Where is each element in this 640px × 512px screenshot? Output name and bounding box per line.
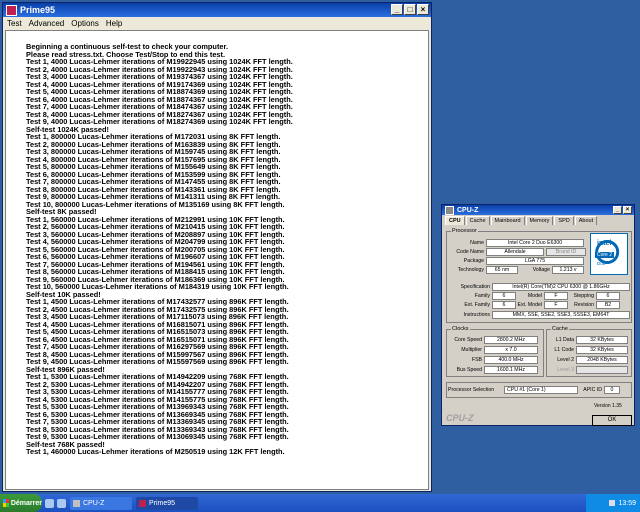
technology-label: Technology <box>457 266 484 273</box>
brandid-value: Brand ID <box>546 247 586 256</box>
cpuz-titlebar[interactable]: CPU-Z _ × <box>442 205 634 215</box>
extfamily-value: 6 <box>492 300 516 309</box>
menu-options[interactable]: Options <box>71 19 99 28</box>
cpuz-window[interactable]: CPU-Z _ × CPU Cache Mainboard Memory SPD… <box>441 204 635 426</box>
tab-spd[interactable]: SPD <box>554 216 574 225</box>
prime95-window[interactable]: Prime95 _ □ × Test Advanced Options Help… <box>2 2 432 492</box>
quicklaunch-desktop-icon[interactable] <box>57 498 66 508</box>
extfamily-label: Ext. Family <box>464 301 490 308</box>
level3-label: Level 3 <box>557 366 574 373</box>
prime95-log[interactable]: Beginning a continuous self-test to chec… <box>5 30 429 490</box>
prime95-app-icon <box>6 4 17 16</box>
level3-value <box>576 365 628 374</box>
cpuz-logo: CPU-Z <box>446 413 474 423</box>
instructions-value: MMX, SSE, SSE2, SSE3, SSSE3, EM64T <box>492 310 630 319</box>
busspeed-value: 1600.1 MHz <box>484 365 538 374</box>
stepping-label: Stepping <box>573 292 594 299</box>
cpuz-minimize-icon[interactable]: _ <box>613 206 622 214</box>
level2-label: Level 2 <box>557 356 574 363</box>
cpuz-task-icon <box>73 499 80 507</box>
cpuz-close-icon[interactable]: × <box>623 206 632 214</box>
cpuz-tabs: CPU Cache Mainboard Memory SPD About <box>445 216 598 225</box>
extmodel-value: F <box>544 300 568 309</box>
instructions-label: Instructions <box>463 311 490 318</box>
menu-test[interactable]: Test <box>7 19 22 28</box>
cache-group-label: Cache <box>551 326 569 332</box>
spec-label: Specification <box>460 283 490 290</box>
prime95-task-icon <box>139 499 146 507</box>
maximize-icon[interactable]: □ <box>404 4 416 15</box>
spec-value: Intel(R) Core(TM)2 CPU 6300 @ 1.86GHz <box>492 282 630 291</box>
model-value: F <box>544 291 568 300</box>
quicklaunch-ie-icon[interactable] <box>45 498 54 508</box>
tray-icon[interactable] <box>609 500 616 506</box>
tab-about[interactable]: About <box>574 216 598 225</box>
processor-select[interactable]: CPU #1 (Core 1) <box>504 385 578 394</box>
apicid-value: 0 <box>604 385 620 394</box>
name-value: Intel Core 2 Duo E6300 <box>486 238 584 247</box>
family-value: 6 <box>492 291 516 300</box>
cpuz-version: Version 1.35 <box>594 403 622 409</box>
clock: 13:59 <box>618 499 636 507</box>
processor-group-label: Processor <box>451 228 478 234</box>
model-label: Model <box>527 292 542 299</box>
l1data-value: 32 KBytes <box>576 335 628 344</box>
corespeed-label: Core Speed <box>454 336 482 343</box>
prime95-title: Prime95 <box>20 5 56 15</box>
corespeed-value: 2800.2 MHz <box>484 335 538 344</box>
tab-mainboard[interactable]: Mainboard <box>490 216 525 225</box>
task-cpuz[interactable]: CPU-Z <box>70 496 132 510</box>
clocks-group-label: Clocks <box>451 326 470 332</box>
cpuz-app-icon <box>445 205 454 215</box>
multiplier-label: Multiplier <box>461 346 482 353</box>
technology-value: 65 nm <box>486 265 518 274</box>
menu-help[interactable]: Help <box>106 19 122 28</box>
package-value: LGA 775 <box>486 256 584 265</box>
log-line: Test 1, 460000 Lucas-Lehmer iterations o… <box>26 447 285 456</box>
voltage-value: 1.213 v <box>552 265 584 274</box>
system-tray: 13:59 <box>586 494 640 512</box>
codename-label: Code Name <box>456 248 484 255</box>
l1code-label: L1 Code <box>554 346 574 353</box>
multiplier-value: x 7.0 <box>484 345 538 354</box>
intel-core2-logo: intel Core 2 Duo <box>590 233 628 275</box>
fsb-value: 400.0 MHz <box>484 355 538 364</box>
minimize-icon[interactable]: _ <box>391 4 403 15</box>
codename-value: Allendale <box>486 247 544 256</box>
windows-flag-icon <box>3 499 9 507</box>
prime95-titlebar[interactable]: Prime95 _ □ × <box>3 3 431 17</box>
tab-memory[interactable]: Memory <box>525 216 554 225</box>
extmodel-label: Ext. Model <box>517 301 542 308</box>
apicid-label: APIC ID <box>583 386 602 393</box>
close-icon[interactable]: × <box>417 4 429 15</box>
selection-label: Processor Selection <box>448 386 495 393</box>
revision-value: B2 <box>596 300 620 309</box>
tab-cache[interactable]: Cache <box>465 216 490 225</box>
tab-cpu[interactable]: CPU <box>445 216 465 225</box>
task-prime95[interactable]: Prime95 <box>136 496 198 510</box>
taskbar: Démarrer CPU-Z Prime95 13:59 <box>0 494 640 512</box>
voltage-label: Voltage <box>532 266 550 273</box>
cpuz-title: CPU-Z <box>457 206 479 214</box>
menu-advanced[interactable]: Advanced <box>29 19 65 28</box>
revision-label: Revision <box>574 301 594 308</box>
busspeed-label: Bus Speed <box>456 366 482 373</box>
level2-value: 2048 KBytes <box>576 355 628 364</box>
l1code-value: 32 KBytes <box>576 345 628 354</box>
package-label: Package <box>463 257 484 264</box>
name-label: Name <box>470 239 484 246</box>
family-label: Family <box>474 292 490 299</box>
ok-button[interactable]: OK <box>592 415 632 426</box>
l1data-label: L1 Data <box>555 336 574 343</box>
start-button[interactable]: Démarrer <box>0 494 42 512</box>
start-label: Démarrer <box>10 499 42 507</box>
prime95-menubar: Test Advanced Options Help <box>3 17 431 29</box>
stepping-value: 6 <box>596 291 620 300</box>
fsb-label: FSB <box>471 356 482 363</box>
